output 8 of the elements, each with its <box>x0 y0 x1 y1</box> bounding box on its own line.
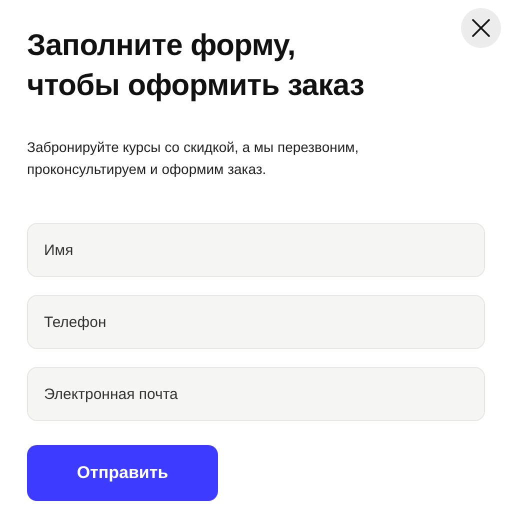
input-field[interactable]: Телефон <box>27 295 485 349</box>
submit-button[interactable]: Отправить <box>27 445 218 501</box>
close-button[interactable] <box>461 8 501 48</box>
form-description: Забронируйте курсы со скидкой, а мы перезвоним, проконсультируем и оформим заказ. <box>27 138 360 179</box>
form-title: Заполните форму, чтобы оформить заказ <box>27 28 366 104</box>
close-icon <box>472 19 490 37</box>
input-field[interactable]: Электронная почта <box>27 367 485 421</box>
input-field[interactable]: Имя <box>27 223 485 277</box>
